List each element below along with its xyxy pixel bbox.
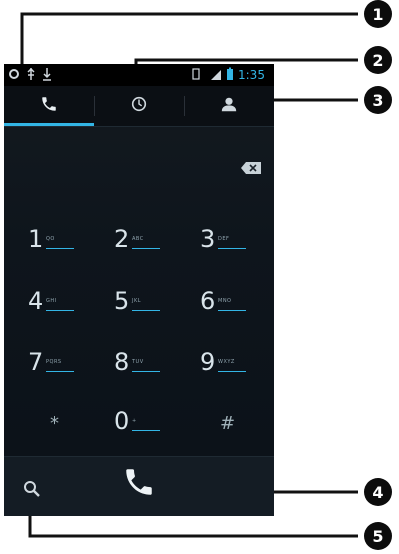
key-underline	[46, 371, 74, 372]
key-digit: 6	[200, 287, 216, 315]
key-letters: WXYZ	[218, 359, 235, 365]
callout-2: 2	[364, 46, 392, 74]
key-underline	[132, 371, 160, 372]
key-digit: 0	[114, 407, 130, 435]
key-letters: ABC	[132, 236, 144, 242]
phone-screen: 1:35 1 QO 2 ABC 3 DEF 4 GHI 5 JKL 6 MNO …	[4, 64, 274, 516]
search-icon[interactable]	[22, 479, 44, 501]
key-digit: 3	[200, 225, 216, 253]
dial-key-3[interactable]: 3 DEF	[200, 224, 260, 264]
usb-icon	[26, 67, 36, 86]
call-button[interactable]	[122, 465, 158, 501]
dial-key-6[interactable]: 6 MNO	[200, 286, 260, 326]
key-letters: TUV	[132, 359, 144, 365]
key-letters: GHI	[46, 298, 57, 304]
tab-contacts[interactable]	[184, 86, 274, 126]
dial-key-7[interactable]: 7 PQRS	[28, 347, 88, 387]
dial-key-star[interactable]: *	[50, 409, 110, 449]
tab-bar	[4, 86, 274, 126]
key-letters: +	[132, 418, 137, 424]
callout-5: 5	[364, 522, 392, 550]
digits-display[interactable]	[16, 148, 216, 178]
key-digit: 9	[200, 348, 216, 376]
callout-3: 3	[364, 86, 392, 114]
dial-key-0[interactable]: 0 +	[114, 406, 174, 446]
key-letters: DEF	[218, 236, 230, 242]
settings-icon	[8, 67, 20, 86]
phone-icon	[40, 95, 58, 117]
key-digit: 5	[114, 287, 130, 315]
callout-1: 1	[364, 0, 392, 28]
bottom-action-bar	[4, 456, 274, 516]
clock-icon	[130, 95, 148, 117]
key-underline	[132, 248, 160, 249]
key-digit: 1	[28, 225, 44, 253]
person-icon	[220, 95, 238, 117]
key-digit: #	[220, 413, 236, 434]
key-underline	[132, 430, 160, 431]
key-underline	[46, 310, 74, 311]
key-underline	[218, 371, 246, 372]
key-letters: QO	[46, 236, 55, 242]
dial-key-4[interactable]: 4 GHI	[28, 286, 88, 326]
battery-icon	[226, 67, 234, 86]
dial-key-1[interactable]: 1 QO	[28, 224, 88, 264]
key-underline	[218, 310, 246, 311]
dial-key-8[interactable]: 8 TUV	[114, 347, 174, 387]
key-letters: PQRS	[46, 359, 62, 365]
status-bar: 1:35	[4, 64, 274, 86]
key-digit: 4	[28, 287, 44, 315]
key-digit: 8	[114, 348, 130, 376]
tab-call-log[interactable]	[94, 86, 184, 126]
dial-key-9[interactable]: 9 WXYZ	[200, 347, 260, 387]
tab-phone[interactable]	[4, 86, 94, 126]
tab-divider	[4, 126, 274, 127]
phone-icon	[126, 469, 152, 495]
key-digit: *	[50, 413, 59, 434]
dial-key-5[interactable]: 5 JKL	[114, 286, 174, 326]
dial-key-2[interactable]: 2 ABC	[114, 224, 174, 264]
key-underline	[132, 310, 160, 311]
key-digit: 7	[28, 348, 44, 376]
download-icon	[42, 67, 52, 86]
key-underline	[218, 248, 246, 249]
key-letters: MNO	[218, 298, 232, 304]
signal-icon	[210, 67, 222, 86]
backspace-icon[interactable]	[240, 160, 262, 174]
dial-key-hash[interactable]: #	[220, 409, 274, 449]
key-letters: JKL	[132, 298, 142, 304]
vibrate-icon	[192, 67, 200, 86]
key-underline	[46, 248, 74, 249]
callout-4: 4	[364, 478, 392, 506]
key-digit: 2	[114, 225, 130, 253]
clock-time: 1:35	[238, 68, 265, 82]
